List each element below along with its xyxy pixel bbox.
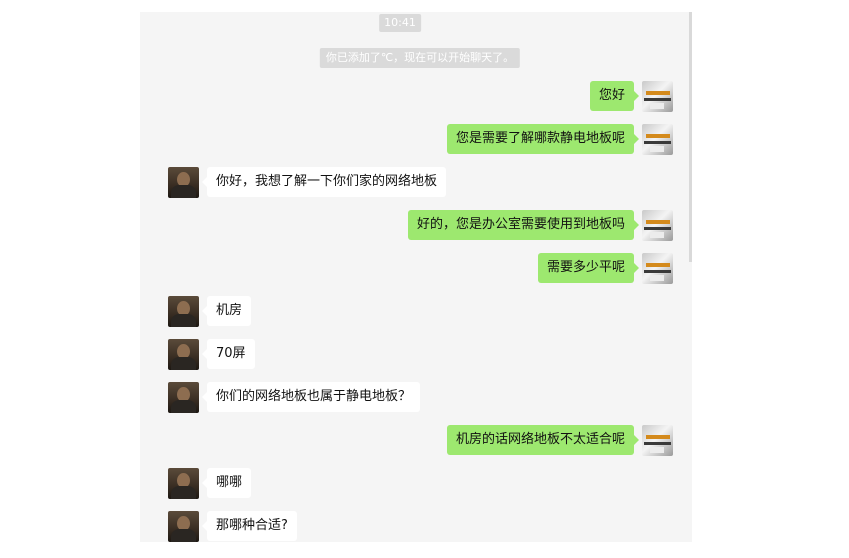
message-bubble-self[interactable]: 需要多少平呢 [537,253,640,283]
message-bubble-contact[interactable]: 70屏 [202,339,255,369]
message-bubble-contact[interactable]: 你好，我想了解一下你们家的网络地板 [201,167,447,197]
contact-avatar[interactable] [168,468,199,499]
self-avatar[interactable] [642,425,673,456]
message-bubble-self[interactable]: 机房的话网络地板不太适合呢 [446,425,640,455]
message-bubble-self[interactable]: 您好 [589,81,640,111]
self-avatar[interactable] [642,81,673,112]
message-bubble-contact[interactable]: 你们的网络地板也属于静电地板？ [201,382,421,412]
message-bubble-contact[interactable]: 那哪种合适? [202,511,297,541]
contact-avatar[interactable] [168,167,199,198]
message-bubble-self[interactable]: 好的，您是办公室需要使用到地板吗 [407,210,640,240]
self-avatar[interactable] [642,253,673,284]
timestamp-label: 10:41 [379,14,421,32]
contact-avatar[interactable] [168,339,199,370]
chat-message-area[interactable]: 10:41 你已添加了℃，现在可以开始聊天了。 您好 您是需要了解哪款静电地板呢… [140,12,692,542]
self-avatar[interactable] [642,210,673,241]
contact-avatar[interactable] [168,511,199,542]
contact-avatar[interactable] [168,382,199,413]
self-avatar[interactable] [642,124,673,155]
message-bubble-self[interactable]: 您是需要了解哪款静电地板呢 [446,124,640,154]
contact-avatar[interactable] [168,296,199,327]
system-notice: 你已添加了℃，现在可以开始聊天了。 [319,48,521,68]
message-bubble-contact[interactable]: 哪哪 [201,468,252,498]
message-bubble-contact[interactable]: 机房 [201,296,252,326]
chat-scrollbar[interactable] [689,12,692,262]
